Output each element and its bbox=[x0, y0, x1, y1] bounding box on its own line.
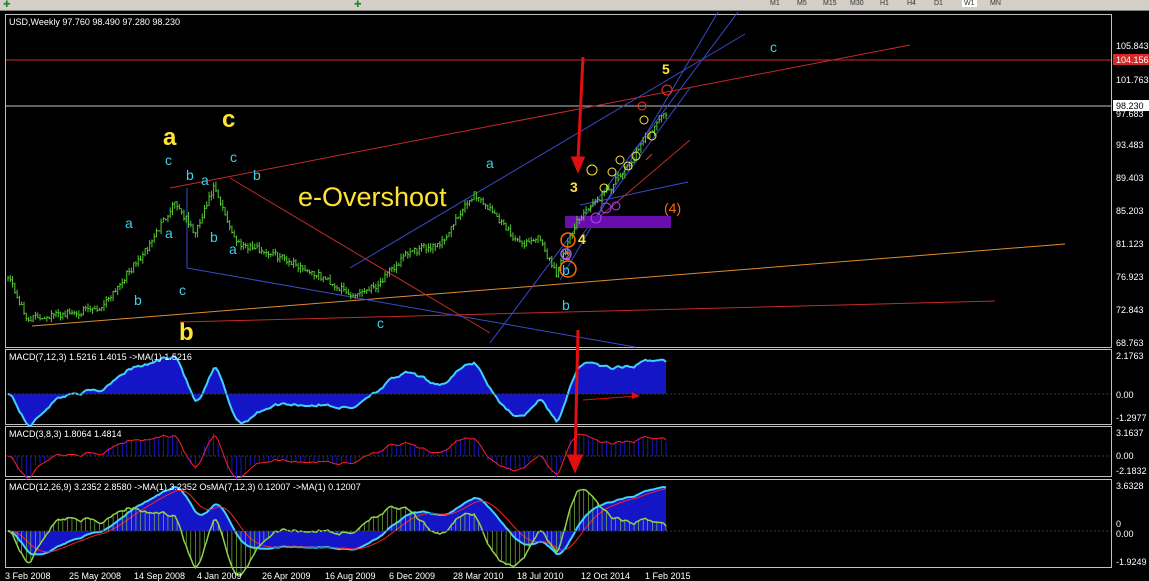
macd1-y-tick: 2.1763 bbox=[1116, 351, 1144, 361]
x-tick-label: 18 Jul 2010 bbox=[517, 571, 564, 581]
wave-label-3: 3 bbox=[570, 179, 578, 195]
macd1-title: MACD(7,12,3) 1.5216 1.4015 ->MA(1) 1.521… bbox=[9, 352, 192, 362]
subwave-tick bbox=[645, 153, 653, 161]
wave-label-a: a bbox=[163, 124, 177, 151]
wave-label: a bbox=[125, 215, 133, 231]
wave-label-4: 4 bbox=[578, 231, 586, 247]
channel-line-1 bbox=[349, 33, 746, 269]
wave-label: c bbox=[230, 149, 237, 165]
macd1-series bbox=[6, 355, 1111, 427]
wave-label: c bbox=[377, 315, 384, 331]
y-tick-label: 101.763 bbox=[1116, 75, 1149, 85]
y-tick-label: 89.403 bbox=[1116, 173, 1144, 183]
macd3-y-tick: 0.00 bbox=[1116, 529, 1134, 539]
x-tick-label: 1 Feb 2015 bbox=[645, 571, 691, 581]
wave-label: a bbox=[165, 225, 173, 241]
wave-label: c bbox=[179, 282, 186, 298]
price-panel-frame bbox=[5, 14, 1112, 348]
macd3-title: MACD(12,26,9) 3.2352 2.8580 ->MA(1) 3.23… bbox=[9, 482, 361, 492]
macd1-y-tick: 0.00 bbox=[1116, 390, 1134, 400]
resistance-price-label: 104.156 bbox=[1116, 55, 1149, 65]
wave-label-b: b bbox=[179, 319, 194, 346]
y-tick-label: 81.123 bbox=[1116, 239, 1144, 249]
x-tick-label: 28 Mar 2010 bbox=[453, 571, 504, 581]
wave-label: b bbox=[186, 167, 194, 183]
tf-mn[interactable]: MN bbox=[990, 0, 1001, 7]
tf-m1[interactable]: M1 bbox=[770, 0, 780, 7]
wave-label: b bbox=[210, 229, 218, 245]
x-tick-label: 4 Jan 2009 bbox=[197, 571, 242, 581]
macd-histogram-fill bbox=[8, 356, 666, 426]
subwave-circle bbox=[607, 167, 617, 177]
y-tick-label: 76.923 bbox=[1116, 272, 1144, 282]
wave-label: a bbox=[486, 155, 494, 171]
tf-h4[interactable]: H4 bbox=[907, 0, 916, 7]
x-tick-label: 6 Dec 2009 bbox=[389, 571, 435, 581]
wave-label: a bbox=[229, 241, 237, 257]
purple-target-zone bbox=[565, 216, 671, 228]
wave-label-c: c bbox=[222, 106, 235, 133]
macd3-y-tick: 0 bbox=[1116, 519, 1121, 529]
macd3-y-tick: 3.6328 bbox=[1116, 481, 1144, 491]
y-tick-label: 105.843 bbox=[1116, 41, 1149, 51]
subwave-circle bbox=[661, 84, 673, 96]
y-tick-label: 85.203 bbox=[1116, 206, 1144, 216]
red-arrow-bottom-head bbox=[566, 454, 584, 474]
y-tick-label: 68.763 bbox=[1116, 338, 1144, 348]
macd3-series bbox=[6, 485, 1111, 576]
subwave-circle bbox=[586, 164, 598, 176]
wave-label-paren-4: (4) bbox=[664, 200, 681, 216]
y-tick-label: 93.483 bbox=[1116, 140, 1144, 150]
wave-label-5: 5 bbox=[662, 61, 670, 77]
upper-trend-line bbox=[169, 44, 911, 189]
tf-w1[interactable]: W1 bbox=[962, 0, 977, 7]
x-tick-label: 14 Sep 2008 bbox=[134, 571, 185, 581]
macd-divergence-arrow bbox=[582, 395, 638, 401]
wave-label: a bbox=[201, 172, 209, 188]
x-tick-label: 3 Feb 2008 bbox=[5, 571, 51, 581]
e-overshoot-label: e-Overshoot bbox=[298, 182, 447, 212]
chart-canvas: USD,Weekly 97.760 98.490 97.280 98.230 M… bbox=[5, 11, 1149, 581]
wave-label: c bbox=[770, 39, 777, 55]
macd2-series bbox=[6, 432, 1111, 480]
macd2-y-tick: 3.1637 bbox=[1116, 428, 1144, 438]
macd2-panel-frame bbox=[5, 426, 1112, 477]
new-chart-icon[interactable]: ✚ bbox=[3, 0, 11, 10]
wave-label: b bbox=[562, 297, 570, 313]
x-tick-label: 16 Aug 2009 bbox=[325, 571, 376, 581]
current-price-label: 98.230 bbox=[1116, 101, 1144, 111]
tf-d1[interactable]: D1 bbox=[934, 0, 943, 7]
tf-m30[interactable]: M30 bbox=[850, 0, 864, 7]
x-tick-label: 26 Apr 2009 bbox=[262, 571, 311, 581]
wave-label: c bbox=[165, 152, 172, 168]
x-tick-label: 12 Oct 2014 bbox=[581, 571, 630, 581]
subwave-circle bbox=[639, 115, 649, 125]
subwave-circle bbox=[615, 155, 625, 165]
y-tick-label: 72.843 bbox=[1116, 305, 1144, 315]
price-title: USD,Weekly 97.760 98.490 97.280 98.230 bbox=[9, 17, 180, 27]
macd2-y-tick: -2.1832 bbox=[1116, 466, 1147, 476]
macd2-title: MACD(3,8,3) 1.8064 1.4814 bbox=[9, 429, 122, 439]
macd3-y-tick: -1.9249 bbox=[1116, 557, 1147, 567]
wave-label: b bbox=[134, 292, 142, 308]
tf-m5[interactable]: M5 bbox=[797, 0, 807, 7]
channel-line-2 bbox=[489, 11, 739, 344]
add-icon[interactable]: ✚ bbox=[354, 0, 362, 10]
tf-m15[interactable]: M15 bbox=[823, 0, 837, 7]
tf-h1[interactable]: H1 bbox=[880, 0, 889, 7]
wave-label: b bbox=[253, 167, 261, 183]
x-tick-label: 25 May 2008 bbox=[69, 571, 121, 581]
macd2-y-tick: 0.00 bbox=[1116, 451, 1134, 461]
macd1-y-tick: -1.2977 bbox=[1116, 413, 1147, 423]
red-arrow-top-head bbox=[570, 156, 586, 174]
